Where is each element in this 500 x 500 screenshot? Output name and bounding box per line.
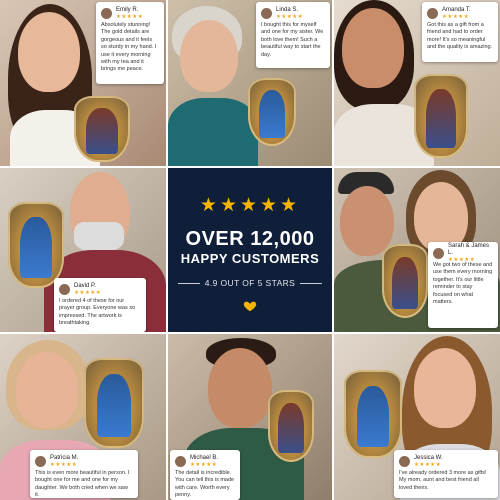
avatar bbox=[35, 455, 46, 467]
review-card: Emily R. ★★★★★ Absolutely stunning! The g… bbox=[96, 2, 164, 84]
heart-icon bbox=[243, 301, 257, 312]
review-card: Linda S. ★★★★★ I bought this for myself a… bbox=[256, 2, 330, 68]
grid-divider bbox=[0, 166, 500, 168]
rating-summary: 4.9 OUT OF 5 STARS bbox=[178, 278, 322, 288]
rating-text: 4.9 OUT OF 5 STARS bbox=[204, 278, 296, 288]
customer-photo bbox=[342, 8, 404, 88]
review-card: Amanda T. ★★★★★ Got this as a gift from a… bbox=[422, 2, 498, 62]
customer-count-subheadline: HAPPY CUSTOMERS bbox=[180, 251, 320, 266]
review-text: I bought this for myself and one for my … bbox=[261, 22, 324, 58]
review-text: We got two of these and use them every m… bbox=[433, 262, 493, 306]
customer-photo bbox=[180, 20, 238, 92]
grid-divider bbox=[0, 332, 500, 334]
review-text: Got this as a gift from a friend and had… bbox=[427, 22, 493, 51]
tumbler-glass bbox=[344, 370, 402, 458]
divider-line bbox=[178, 282, 200, 284]
grid-divider bbox=[332, 0, 334, 500]
photo-tile-7: Patricia M. ★★★★★ This is even more beaut… bbox=[0, 334, 166, 500]
photo-tile-2: Linda S. ★★★★★ I bought this for myself a… bbox=[168, 0, 332, 166]
rating-stars: ★★★★★ bbox=[190, 461, 218, 468]
avatar bbox=[427, 7, 438, 19]
review-text: This is even more beautiful in person. I… bbox=[35, 470, 130, 499]
review-text: I've already ordered 3 more as gifts! My… bbox=[399, 470, 487, 491]
tumbler-glass bbox=[74, 96, 130, 162]
avatar bbox=[59, 283, 70, 295]
avatar bbox=[399, 455, 410, 467]
photo-tile-6: Sarah & James L. ★★★★★ We got two of thes… bbox=[334, 168, 500, 332]
tumbler-glass bbox=[84, 358, 144, 448]
photo-tile-3: Amanda T. ★★★★★ Got this as a gift from a… bbox=[334, 0, 500, 166]
customer-count-headline: OVER 12,000 bbox=[185, 228, 315, 250]
review-card: David P. ★★★★★ I ordered 4 of these for o… bbox=[54, 278, 146, 332]
avatar bbox=[175, 455, 186, 467]
photo-tile-4: David P. ★★★★★ I ordered 4 of these for o… bbox=[0, 168, 166, 332]
photo-tile-9: Jessica W. ★★★★★ I've already ordered 3 m… bbox=[334, 334, 500, 500]
photo-tile-8: Michael B. ★★★★★ The detail is incredible… bbox=[168, 334, 332, 500]
review-card: Michael B. ★★★★★ The detail is incredible… bbox=[170, 450, 240, 500]
review-text: I ordered 4 of these for our prayer grou… bbox=[59, 298, 136, 327]
avatar bbox=[261, 7, 272, 19]
divider-line bbox=[300, 282, 322, 284]
grid-divider bbox=[166, 0, 168, 500]
review-text: The detail is incredible. You can tell t… bbox=[175, 470, 235, 499]
review-card: Jessica W. ★★★★★ I've already ordered 3 m… bbox=[394, 450, 498, 498]
rating-stars: ★★★★★ bbox=[442, 13, 470, 20]
rating-stars: ★★★★★ bbox=[199, 195, 301, 216]
customer-photo bbox=[208, 348, 272, 428]
customer-photo bbox=[16, 352, 78, 428]
rating-stars: ★★★★★ bbox=[74, 289, 102, 296]
tumbler-glass bbox=[248, 78, 296, 146]
rating-stars: ★★★★★ bbox=[50, 461, 78, 468]
photo-tile-1: Emily R. ★★★★★ Absolutely stunning! The g… bbox=[0, 0, 166, 166]
customer-photo bbox=[414, 348, 476, 428]
review-card: Sarah & James L. ★★★★★ We got two of thes… bbox=[428, 242, 498, 328]
review-text: Absolutely stunning! The gold details ar… bbox=[101, 22, 157, 73]
rating-stars: ★★★★★ bbox=[276, 13, 304, 20]
customer-photo bbox=[340, 186, 394, 256]
rating-stars: ★★★★★ bbox=[414, 461, 442, 468]
avatar bbox=[101, 7, 112, 19]
customer-count-banner: ★★★★★ OVER 12,000 HAPPY CUSTOMERS 4.9 OU… bbox=[168, 168, 332, 332]
customer-photo bbox=[18, 12, 80, 92]
tumbler-glass bbox=[382, 244, 428, 318]
tumbler-glass bbox=[268, 390, 314, 462]
testimonial-collage: Emily R. ★★★★★ Absolutely stunning! The g… bbox=[0, 0, 500, 500]
avatar bbox=[433, 247, 444, 259]
rating-stars: ★★★★★ bbox=[116, 13, 144, 20]
tumbler-glass bbox=[414, 74, 468, 158]
tumbler-glass bbox=[8, 202, 64, 288]
review-card: Patricia M. ★★★★★ This is even more beaut… bbox=[30, 450, 138, 498]
